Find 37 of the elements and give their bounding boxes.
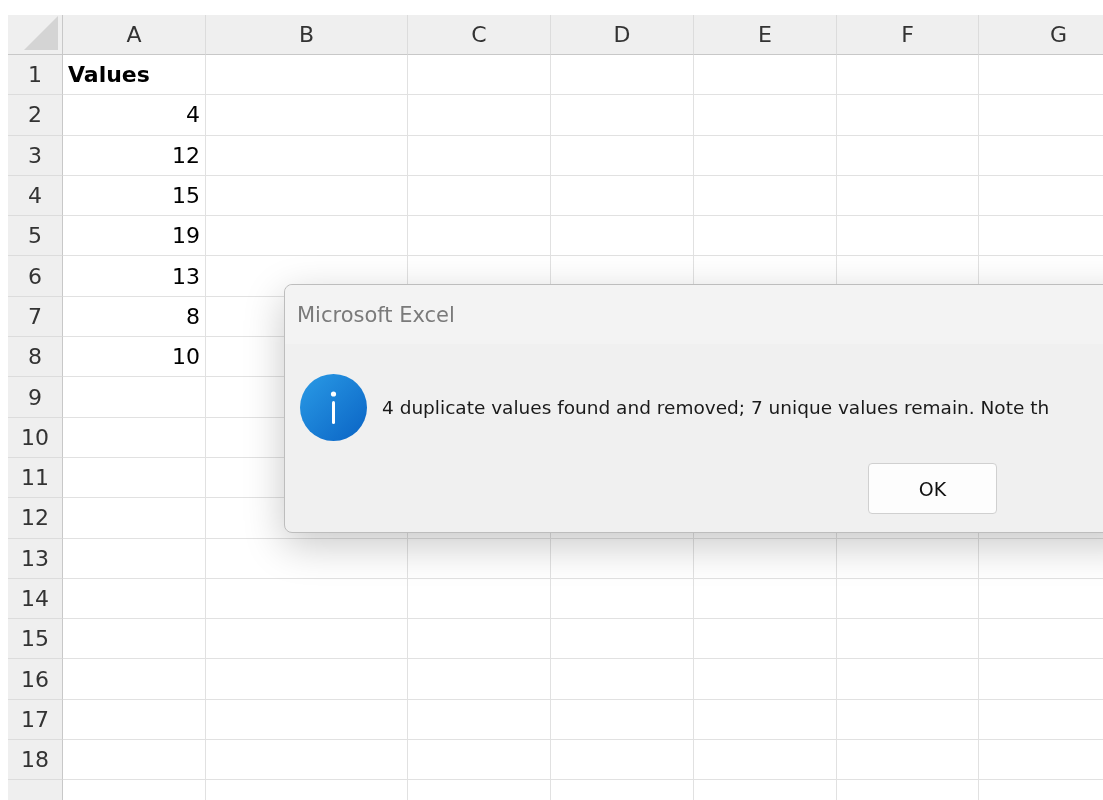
table-cell: 13 <box>63 256 206 297</box>
row-header[interactable]: 7 <box>8 296 63 338</box>
dialog-message: 4 duplicate values found and removed; 7 unique values remain. Note th <box>382 397 1050 418</box>
column-header[interactable]: C <box>408 15 551 55</box>
table-cell: Values <box>63 55 206 96</box>
table-cell: 12 <box>63 135 206 176</box>
table-cell: 4 <box>63 95 206 136</box>
row-header[interactable]: 8 <box>8 337 63 378</box>
row-header[interactable]: 15 <box>8 619 63 660</box>
row-header[interactable]: 2 <box>8 95 63 136</box>
table-cell: 15 <box>63 175 206 217</box>
column-header[interactable]: E <box>694 15 837 55</box>
column-header[interactable]: F <box>837 15 979 55</box>
table-cell: 19 <box>63 216 206 257</box>
row-header[interactable]: 9 <box>8 377 63 418</box>
column-header[interactable]: D <box>551 15 694 55</box>
info-icon <box>300 374 367 441</box>
row-header[interactable]: 5 <box>8 216 63 257</box>
row-header[interactable]: 18 <box>8 740 63 781</box>
column-header[interactable]: G <box>979 15 1103 55</box>
row-header[interactable]: 4 <box>8 175 63 217</box>
row-header[interactable]: 12 <box>8 498 63 539</box>
row-header[interactable]: 11 <box>8 457 63 499</box>
column-header[interactable]: A <box>63 15 206 55</box>
dialog-title: Microsoft Excel <box>297 302 455 327</box>
column-header[interactable]: B <box>206 15 408 55</box>
row-header[interactable]: 6 <box>8 256 63 297</box>
row-header[interactable]: 17 <box>8 699 63 741</box>
row-header[interactable]: 13 <box>8 538 63 579</box>
row-header[interactable]: 16 <box>8 659 63 700</box>
row-header[interactable]: 10 <box>8 417 63 458</box>
ok-button[interactable]: OK <box>868 463 997 514</box>
row-header[interactable]: 14 <box>8 578 63 620</box>
row-header[interactable]: 1 <box>8 55 63 96</box>
table-cell: 8 <box>63 296 206 338</box>
row-header[interactable]: 3 <box>8 135 63 176</box>
table-cell: 10 <box>63 337 206 378</box>
